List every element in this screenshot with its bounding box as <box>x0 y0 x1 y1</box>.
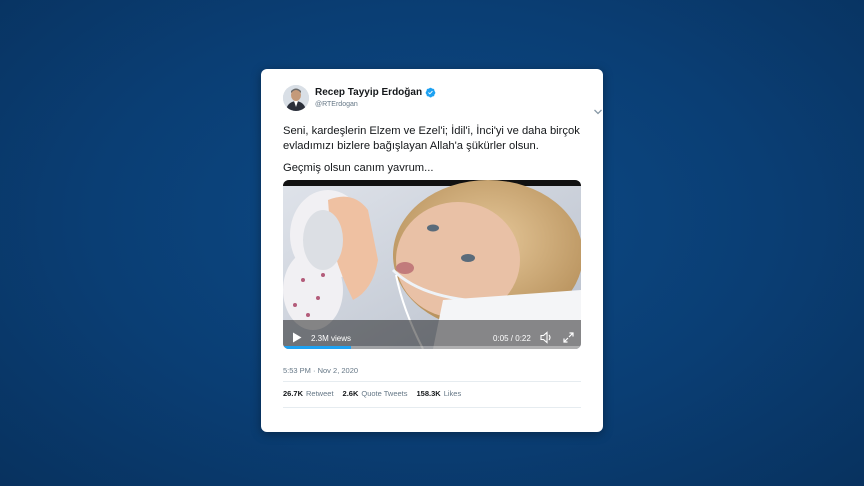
likes-count: 158.3K <box>416 389 441 398</box>
author-display-name[interactable]: Recep Tayyip Erdoğan <box>315 87 422 98</box>
retweets-label: Retweet <box>306 389 334 398</box>
video-progress-fill <box>283 346 351 349</box>
tweet-text-paragraph: Geçmiş olsun canım yavrum... <box>283 162 434 174</box>
quotes-count: 2.6K <box>342 389 359 398</box>
retweets-count: 26.7K <box>283 389 304 398</box>
quote-tweets-stat[interactable]: 2.6K Quote Tweets <box>343 389 408 398</box>
tweet-timestamp[interactable]: 5:53 PM · Nov 2, 2020 <box>283 366 358 375</box>
tweet-stats: 26.7K Retweet 2.6K Quote Tweets 158.3K L… <box>283 389 461 398</box>
portrait-avatar-icon <box>283 85 309 111</box>
play-icon[interactable] <box>292 332 302 343</box>
verified-badge-icon <box>425 87 436 98</box>
divider <box>283 407 581 408</box>
retweets-stat[interactable]: 26.7K Retweet <box>283 389 334 398</box>
likes-stat[interactable]: 158.3K Likes <box>417 389 462 398</box>
tweet-header: Recep Tayyip Erdoğan @RTErdogan <box>283 85 602 115</box>
volume-icon[interactable] <box>540 331 553 344</box>
avatar[interactable] <box>283 85 309 111</box>
chevron-down-icon[interactable] <box>593 107 603 117</box>
tweet-card: Recep Tayyip Erdoğan @RTErdogan Seni, ka… <box>261 69 603 432</box>
tweet-text-paragraph: Seni, kardeşlerin Elzem ve Ezel'i; İdil'… <box>283 125 580 152</box>
author-handle[interactable]: @RTErdogan <box>315 101 358 108</box>
video-thumbnail <box>283 180 581 349</box>
likes-label: Likes <box>443 389 462 398</box>
video-views: 2.3M views <box>311 334 352 343</box>
quotes-label: Quote Tweets <box>361 389 408 398</box>
video-player[interactable]: 2.3M views 0:05 / 0:22 <box>283 180 581 349</box>
divider <box>283 381 581 382</box>
author-name-row[interactable]: Recep Tayyip Erdoğan <box>315 87 436 98</box>
video-progress-bar[interactable] <box>283 346 581 349</box>
tweet-body: Seni, kardeşlerin Elzem ve Ezel'i; İdil'… <box>283 124 593 184</box>
video-time: 0:05 / 0:22 <box>493 334 531 343</box>
fullscreen-icon[interactable] <box>563 332 574 343</box>
